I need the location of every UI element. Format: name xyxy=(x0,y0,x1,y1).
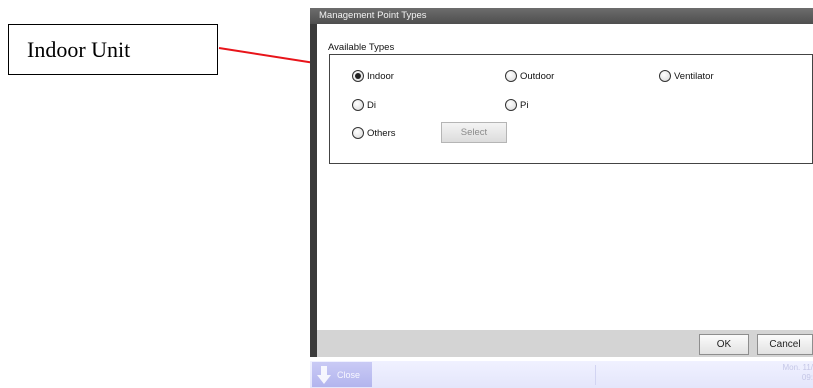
taskbar: Close Mon. 11/ 09: xyxy=(310,361,813,388)
radio-button-icon[interactable] xyxy=(352,127,364,139)
clock-date: Mon. 11/ xyxy=(782,363,813,372)
radio-button-icon[interactable] xyxy=(352,99,364,111)
radio-indoor[interactable]: Indoor xyxy=(352,70,394,82)
annotation-callout: Indoor Unit xyxy=(8,24,218,75)
cancel-button[interactable]: Cancel xyxy=(757,334,813,355)
taskbar-divider xyxy=(595,365,596,385)
management-point-types-dialog: Management Point Types Available Types I… xyxy=(310,8,813,357)
radio-others[interactable]: Others xyxy=(352,127,396,139)
radio-di[interactable]: Di xyxy=(352,99,376,111)
annotation-label: Indoor Unit xyxy=(27,36,131,62)
ok-button[interactable]: OK xyxy=(699,334,749,355)
available-types-label: Available Types xyxy=(328,42,395,53)
radio-pi[interactable]: Pi xyxy=(505,99,528,111)
radio-selected-dot xyxy=(355,73,361,79)
radio-label: Others xyxy=(367,127,396,139)
radio-label: Ventilator xyxy=(674,70,714,82)
radio-button-icon[interactable] xyxy=(505,99,517,111)
radio-label: Pi xyxy=(520,99,529,111)
close-button[interactable]: Close xyxy=(312,362,372,387)
dialog-title: Management Point Types xyxy=(310,8,813,24)
radio-button-icon[interactable] xyxy=(505,70,517,82)
radio-label: Indoor xyxy=(367,70,394,82)
close-label: Close xyxy=(337,369,361,380)
available-types-group: Indoor Outdoor Ventilator Di Pi Others S… xyxy=(329,54,813,164)
clock-time: 09: xyxy=(801,373,813,382)
radio-ventilator[interactable]: Ventilator xyxy=(659,70,714,82)
dialog-body: Available Types Indoor Outdoor Ventilato… xyxy=(317,24,813,330)
radio-button-icon[interactable] xyxy=(659,70,671,82)
down-arrow-icon xyxy=(317,365,331,384)
radio-label: Outdoor xyxy=(520,70,555,82)
radio-outdoor[interactable]: Outdoor xyxy=(505,70,554,82)
taskbar-clock: Mon. 11/ 09: xyxy=(753,363,813,383)
dialog-action-bar: OK Cancel xyxy=(317,330,813,357)
radio-label: Di xyxy=(367,99,376,111)
select-button[interactable]: Select xyxy=(441,122,507,143)
radio-button-icon[interactable] xyxy=(352,70,364,82)
